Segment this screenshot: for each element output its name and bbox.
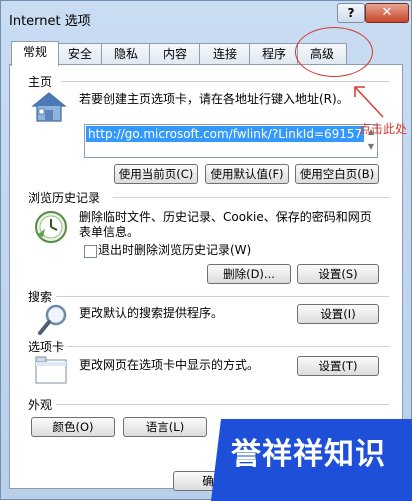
tab-security[interactable]: 安全 xyxy=(57,43,103,65)
tab-privacy[interactable]: 隐私 xyxy=(101,43,151,65)
search-divider xyxy=(56,296,389,297)
languages-button[interactable]: 语言(L) xyxy=(123,417,207,437)
delete-on-exit-checkbox[interactable] xyxy=(84,245,97,258)
homepage-url-textarea[interactable]: http://go.microsoft.com/fwlink/?LinkId=6… xyxy=(84,124,378,158)
history-section-title: 浏览历史记录 xyxy=(28,189,104,206)
use-default-button[interactable]: 使用默认值(F) xyxy=(205,164,289,184)
search-description: 更改默认的搜索提供程序。 xyxy=(79,306,224,320)
use-current-page-button[interactable]: 使用当前页(C) xyxy=(114,164,198,184)
internet-options-window: Internet 选项 ? ✕ 常规 安全 隐私 内容 连接 程序 高级 主页 … xyxy=(0,0,412,501)
colors-button[interactable]: 颜色(O) xyxy=(31,417,115,437)
annotation-arrow-icon xyxy=(354,86,384,118)
search-magnifier-icon xyxy=(38,304,67,335)
history-settings-button[interactable]: 设置(S) xyxy=(297,264,379,284)
history-description-line2: 表单信息。 xyxy=(79,225,140,239)
appearance-section-title: 外观 xyxy=(28,396,56,413)
homepage-url-text: http://go.microsoft.com/fwlink/?LinkId=6… xyxy=(86,126,365,142)
tabs-description: 更改网页在选项卡中显示的方式。 xyxy=(79,358,260,372)
history-clock-icon xyxy=(35,211,67,243)
history-description-line1: 删除临时文件、历史记录、Cookie、保存的密码和网页 xyxy=(79,210,372,224)
scroll-down-icon[interactable]: ▼ xyxy=(366,142,376,156)
window-title: Internet 选项 xyxy=(9,14,91,29)
tab-programs[interactable]: 程序 xyxy=(249,43,299,65)
annotation-label: 点击此处 xyxy=(359,122,408,136)
homepage-divider xyxy=(61,81,389,82)
tab-connections[interactable]: 连接 xyxy=(199,43,251,65)
close-button[interactable]: ✕ xyxy=(365,3,409,23)
tabs-settings-button[interactable]: 设置(T) xyxy=(297,356,379,376)
delete-on-exit-label[interactable]: 退出时删除浏览历史记录(W) xyxy=(98,243,251,258)
tab-general[interactable]: 常规 xyxy=(11,41,59,66)
watermark-text: 誉祥祥知识 xyxy=(231,437,386,472)
annotation-circle xyxy=(295,27,373,77)
delete-history-button[interactable]: 删除(D)... xyxy=(207,264,291,284)
tab-content[interactable]: 内容 xyxy=(149,43,201,65)
tabs-window-icon xyxy=(35,356,67,384)
homepage-section-title: 主页 xyxy=(28,73,56,90)
history-divider xyxy=(113,197,389,198)
appearance-divider xyxy=(56,404,389,405)
home-house-icon xyxy=(31,92,67,122)
tabs-divider xyxy=(67,346,389,347)
use-blank-button[interactable]: 使用空白页(B) xyxy=(295,164,379,184)
tabs-section-title: 选项卡 xyxy=(28,338,68,355)
help-button[interactable]: ? xyxy=(337,3,365,23)
homepage-description: 若要创建主页选项卡，请在各地址行键入地址(R)。 xyxy=(79,92,349,106)
search-settings-button[interactable]: 设置(I) xyxy=(297,304,379,324)
